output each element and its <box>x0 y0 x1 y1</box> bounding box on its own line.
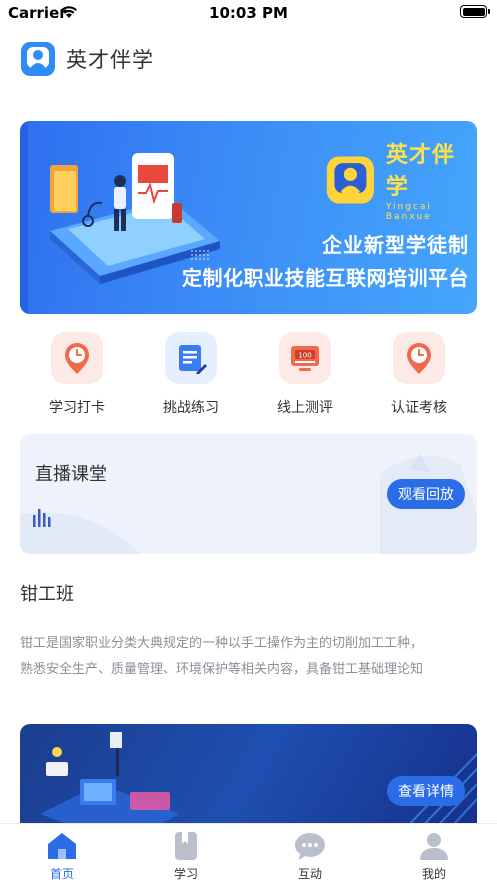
banner-brand: 英才伴学 Yingcai Banxue <box>325 137 477 222</box>
course-description-line: 熟悉安全生产、质量管理、环境保护等相关内容，具备钳工基础理论知 <box>20 662 424 677</box>
tab-label-home: 首页 <box>49 867 74 881</box>
score-100-icon: 100 <box>279 332 331 384</box>
user-icon <box>372 830 496 862</box>
quick-label-assessment: 线上测评 <box>277 400 333 416</box>
app-title: 英才伴学 <box>66 48 154 72</box>
quick-label-practice: 挑战练习 <box>163 400 219 416</box>
bookmark-icon <box>124 830 248 862</box>
tab-label-mine: 我的 <box>421 867 446 881</box>
tab-bar: 首页 学习 互动 我的 <box>0 823 497 883</box>
view-details-button[interactable]: 查看详情 <box>387 776 465 806</box>
tab-label-study: 学习 <box>173 867 198 881</box>
tab-home[interactable]: 首页 <box>0 830 124 882</box>
quick-menu: 学习打卡 挑战练习 100 线上测评 认证考核 <box>20 332 477 422</box>
tab-mine[interactable]: 我的 <box>372 830 496 882</box>
tab-study[interactable]: 学习 <box>124 830 248 882</box>
quick-item-assessment[interactable]: 100 线上测评 <box>248 332 362 417</box>
course-description: 钳工是国家职业分类大典规定的一种以手工操作为主的切削加工工种， 熟悉安全生产、质… <box>20 631 477 683</box>
audio-bars-icon <box>33 509 51 527</box>
tab-interact[interactable]: 互动 <box>248 830 372 882</box>
battery-icon <box>460 5 490 18</box>
quick-label-certification: 认证考核 <box>391 400 447 416</box>
banner-brand-subtitle: Yingcai Banxue <box>385 202 432 222</box>
quick-item-checkin[interactable]: 学习打卡 <box>20 332 134 417</box>
watch-replay-button[interactable]: 观看回放 <box>387 479 465 509</box>
live-title: 直播课堂 <box>35 464 107 485</box>
home-icon <box>0 830 124 862</box>
quick-item-practice[interactable]: 挑战练习 <box>134 332 248 417</box>
app-header: 英才伴学 <box>20 40 154 78</box>
course-title: 钳工班 <box>20 584 74 605</box>
banner-subheadline: 定制化职业技能互联网培训平台 <box>182 266 469 290</box>
banner-headline: 企业新型学徒制 <box>322 233 469 257</box>
quick-label-checkin: 学习打卡 <box>49 400 105 416</box>
banner-brand-title: 英才伴学 <box>385 143 455 200</box>
tab-label-interact: 互动 <box>297 867 322 881</box>
course-description-line: 钳工是国家职业分类大典规定的一种以手工操作为主的切削加工工种， <box>20 636 424 651</box>
promo-banner[interactable]: 英才伴学 Yingcai Banxue 企业新型学徒制 定制化职业技能互联网培训… <box>20 121 477 314</box>
status-bar: Carrier 10:03 PM <box>0 0 497 26</box>
app-logo-icon <box>21 42 55 76</box>
quick-item-certification[interactable]: 认证考核 <box>362 332 476 417</box>
svg-text:100: 100 <box>298 352 311 360</box>
status-time: 10:03 PM <box>209 4 288 22</box>
clock-pin-icon <box>51 332 103 384</box>
chat-icon <box>248 830 372 862</box>
brand-logo-icon <box>326 155 374 204</box>
clock-pin-icon <box>393 332 445 384</box>
document-pencil-icon <box>165 332 217 384</box>
